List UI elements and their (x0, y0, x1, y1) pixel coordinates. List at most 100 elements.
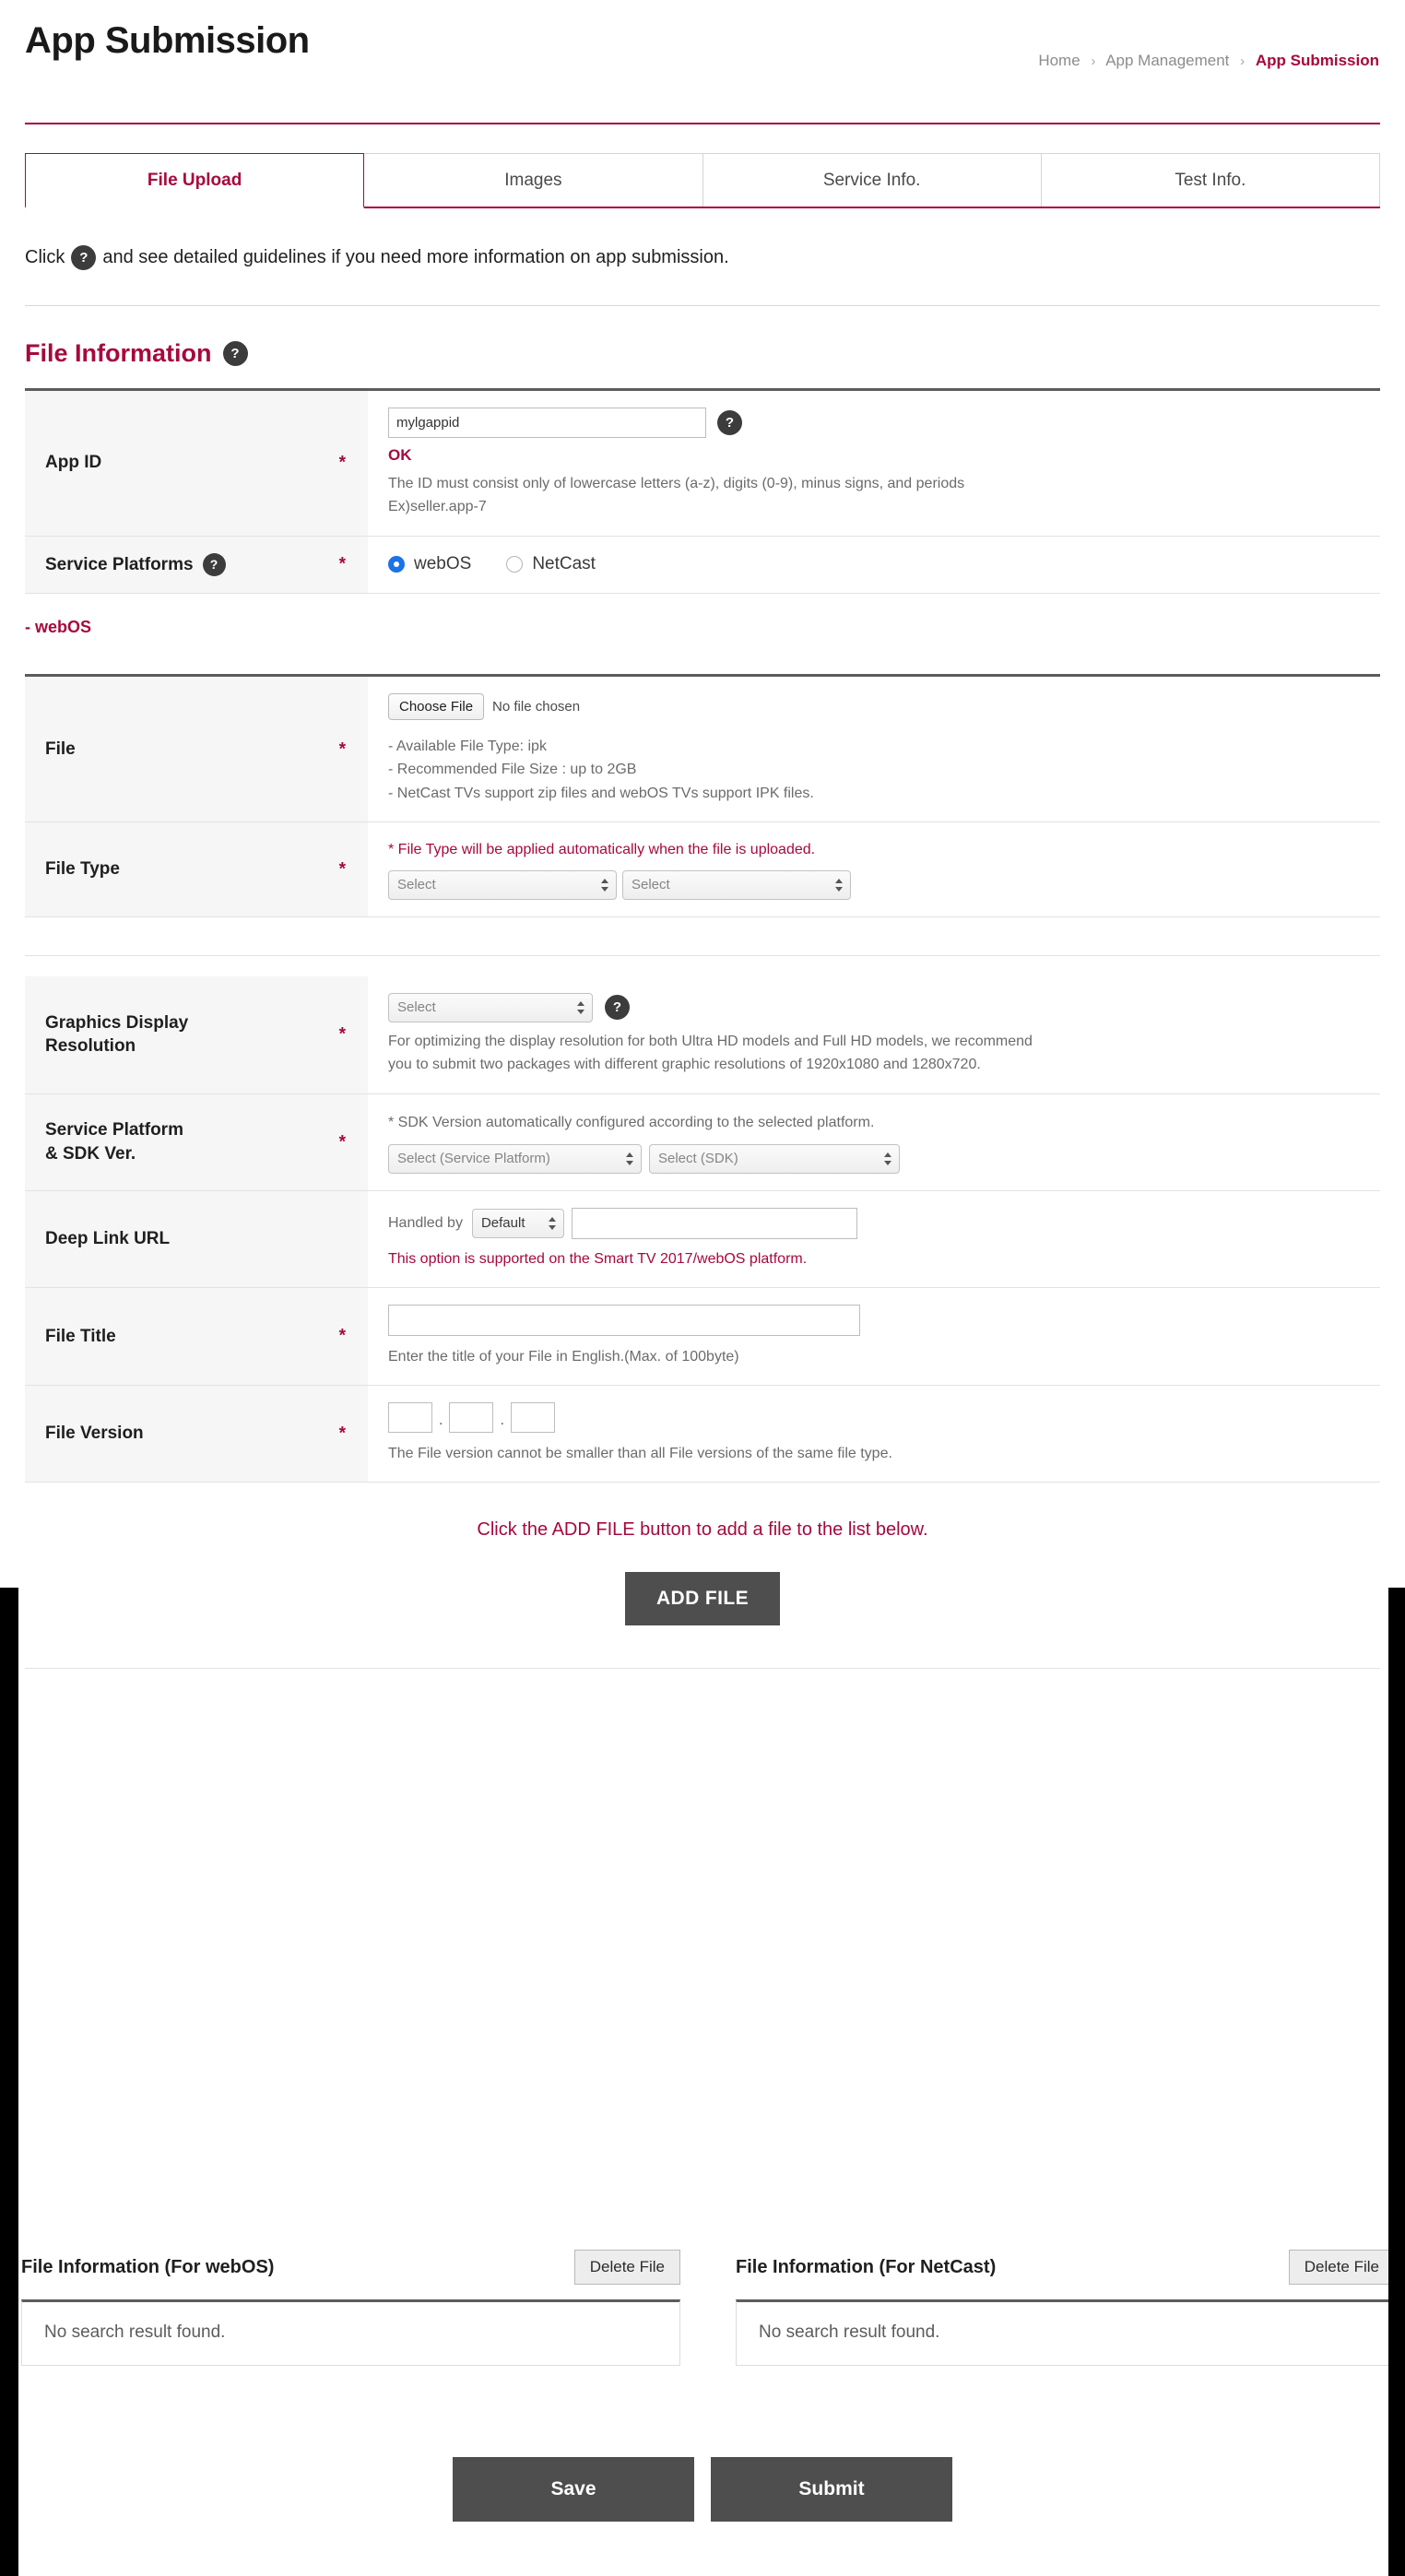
radio-netcast[interactable]: NetCast (506, 554, 596, 574)
intro-text-after: and see detailed guidelines if you need … (102, 247, 729, 267)
field-label-text: File Title (45, 1326, 116, 1346)
sdk-version-select-wrapper: Select (SDK) (649, 1143, 900, 1174)
field-row-file-version: File Version * . . The File version cann… (25, 1386, 1380, 1483)
field-label-line1: Service Platform (45, 1119, 183, 1140)
deep-link-url-input[interactable] (571, 1207, 857, 1239)
tab-test-info[interactable]: Test Info. (1040, 153, 1380, 207)
footer-action-bar: Save Submit (0, 2457, 1405, 2522)
field-body-service-platforms: webOS NetCast (368, 536, 1380, 594)
file-title-input[interactable] (388, 1304, 860, 1336)
breadcrumb-app-management[interactable]: App Management (1105, 52, 1229, 69)
field-label-text: Graphics Display Resolution (45, 1011, 188, 1058)
file-type-select-2-wrapper: Select (622, 869, 851, 900)
service-platform-radio-group: webOS NetCast (388, 554, 1362, 574)
help-icon[interactable]: ? (202, 552, 226, 576)
file-version-patch-input[interactable] (510, 1402, 555, 1434)
submit-button[interactable]: Submit (711, 2457, 952, 2522)
required-marker: * (338, 554, 346, 574)
save-button[interactable]: Save (453, 2457, 694, 2522)
field-body-graphics-resolution: Select ? For optimizing the display reso… (368, 975, 1380, 1093)
breadcrumb: Home › App Management › App Submission (1038, 52, 1379, 70)
help-icon[interactable]: ? (605, 995, 630, 1021)
file-type-select-2[interactable]: Select (622, 869, 851, 900)
field-label-app-id: App ID * (25, 391, 368, 536)
field-label-line1: Graphics Display (45, 1012, 189, 1033)
field-row-deep-link-url: Deep Link URL Handled by Default This op… (25, 1190, 1380, 1288)
file-version-hint: The File version cannot be smaller than … (388, 1446, 892, 1462)
file-version-major-input[interactable] (388, 1402, 432, 1434)
field-row-service-platforms: Service Platforms ? * webOS NetCast (25, 536, 1380, 595)
viewport-mask-left (0, 1588, 18, 2576)
field-label-service-platforms: Service Platforms ? * (25, 536, 368, 594)
field-label-service-platform-sdk: Service Platform & SDK Ver. * (25, 1093, 368, 1190)
field-label-text: Service Platforms (45, 554, 194, 574)
radio-webos-label: webOS (414, 554, 472, 574)
graphics-resolution-select-wrapper: Select (388, 992, 593, 1022)
deep-link-note: This option is supported on the Smart TV… (388, 1250, 808, 1267)
version-separator: . (500, 1412, 504, 1429)
file-chooser-row: Choose File No file chosen (388, 693, 1362, 721)
app-id-input[interactable] (388, 408, 706, 438)
field-body-file-version: . . The File version cannot be smaller t… (368, 1386, 1380, 1483)
field-row-graphics-resolution: Graphics Display Resolution * Select ? F… (25, 975, 1380, 1094)
breadcrumb-separator-icon: › (1091, 53, 1096, 69)
file-type-select-1[interactable]: Select (388, 869, 617, 900)
breadcrumb-separator-icon: › (1240, 53, 1246, 69)
graphics-resolution-hint-line2: you to submit two packages with differen… (388, 1057, 981, 1073)
service-platform-select-wrapper: Select (Service Platform) (388, 1143, 642, 1174)
file-result-webos-header: File Information (For webOS) Delete File (21, 2250, 680, 2299)
file-version-minor-input[interactable] (449, 1402, 494, 1434)
field-label-text: Deep Link URL (45, 1228, 171, 1248)
help-icon[interactable]: ? (717, 410, 742, 435)
file-type-select-row: Select Select (388, 869, 1362, 900)
delete-file-button-webos[interactable]: Delete File (573, 2250, 680, 2285)
field-label-file-type: File Type * (25, 821, 368, 916)
subgroup-heading-webos: - webOS (25, 618, 92, 637)
file-hint-size: - Recommended File Size : up to 2GB (388, 762, 637, 778)
field-label-text: File (45, 739, 76, 759)
form-table-details: Graphics Display Resolution * Select ? F… (25, 975, 1380, 1483)
field-label-text: Service Platform & SDK Ver. (45, 1118, 183, 1165)
sdk-version-select[interactable]: Select (SDK) (649, 1143, 900, 1174)
sdk-note: * SDK Version automatically configured a… (388, 1114, 875, 1130)
radio-webos[interactable]: webOS (388, 554, 471, 574)
deep-link-input-row: Handled by Default (388, 1207, 1362, 1239)
header-divider (25, 123, 1380, 124)
file-type-note: * File Type will be applied automaticall… (388, 841, 816, 857)
required-marker: * (338, 739, 346, 760)
tab-file-upload[interactable]: File Upload (25, 153, 365, 208)
tab-images[interactable]: Images (363, 153, 703, 207)
file-type-select-1-wrapper: Select (388, 869, 617, 900)
handled-by-select[interactable]: Default (471, 1208, 564, 1238)
delete-file-button-netcast[interactable]: Delete File (1288, 2250, 1395, 2285)
field-row-file-type: File Type * * File Type will be applied … (25, 821, 1380, 917)
intro-note: Click ? and see detailed guidelines if y… (25, 245, 1380, 270)
file-result-webos-empty: No search result found. (21, 2299, 680, 2366)
section-title-file-information: File Information ? (25, 339, 1380, 368)
help-icon[interactable]: ? (222, 341, 248, 366)
file-result-webos: File Information (For webOS) Delete File… (0, 2250, 708, 2366)
service-platform-select[interactable]: Select (Service Platform) (388, 1143, 642, 1174)
app-id-validation-status: OK (388, 446, 412, 464)
graphics-resolution-select[interactable]: Select (388, 992, 593, 1022)
radio-dot-icon[interactable] (506, 556, 524, 573)
section-title-text: File Information (25, 339, 212, 367)
field-row-file: File * Choose File No file chosen - Avai… (25, 677, 1380, 822)
field-body-file-title: Enter the title of your File in English.… (368, 1287, 1380, 1386)
field-label-text: App ID (45, 453, 102, 473)
field-label-file-title: File Title * (25, 1287, 368, 1386)
viewport-mask-right (1388, 1588, 1405, 2576)
radio-dot-selected-icon[interactable] (388, 556, 405, 573)
field-row-app-id: App ID * ? OK The ID must consist only o… (25, 391, 1380, 537)
field-label-text: File Type (45, 859, 120, 880)
tab-service-info[interactable]: Service Info. (702, 153, 1042, 207)
file-result-lists: File Information (For webOS) Delete File… (0, 2250, 1405, 2366)
file-result-webos-title: File Information (For webOS) (21, 2256, 275, 2277)
form-table-basic: App ID * ? OK The ID must consist only o… (25, 388, 1380, 595)
add-file-button[interactable]: ADD FILE (624, 1572, 781, 1626)
breadcrumb-home[interactable]: Home (1038, 52, 1080, 69)
help-icon[interactable]: ? (71, 245, 97, 270)
file-result-netcast-header: File Information (For NetCast) Delete Fi… (736, 2250, 1395, 2299)
choose-file-button[interactable]: Choose File (388, 693, 485, 721)
required-marker: * (338, 859, 346, 880)
